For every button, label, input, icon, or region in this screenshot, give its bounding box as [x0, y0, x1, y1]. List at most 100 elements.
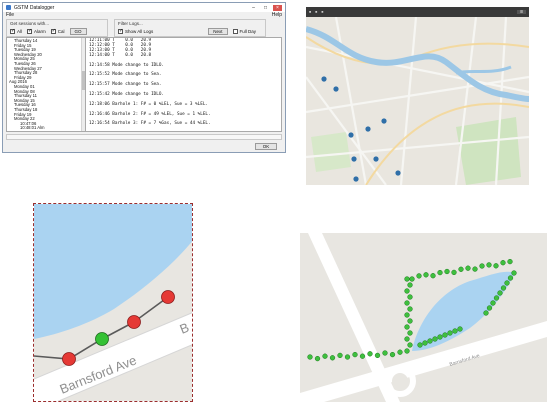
- track-point-green[interactable]: [452, 328, 458, 334]
- track-point-green[interactable]: [500, 285, 507, 291]
- option-alarm[interactable]: Alarm: [27, 28, 46, 34]
- toolbar-icon-2[interactable]: ■: [315, 10, 317, 14]
- track-point-green[interactable]: [437, 269, 443, 276]
- option-all[interactable]: All: [10, 28, 22, 34]
- checkbox-all[interactable]: [10, 28, 15, 34]
- track-point-green[interactable]: [417, 342, 423, 348]
- full-day[interactable]: Full Day: [232, 29, 256, 34]
- tree-scrollbar[interactable]: [81, 38, 85, 131]
- track-point-green[interactable]: [407, 282, 413, 288]
- track-point-green[interactable]: [493, 263, 499, 269]
- track-point-green[interactable]: [486, 262, 492, 268]
- menu-file[interactable]: File: [6, 12, 14, 19]
- track-point-green[interactable]: [407, 318, 413, 324]
- track-point-green[interactable]: [427, 338, 433, 344]
- map-marker[interactable]: [351, 156, 357, 162]
- track-point-green[interactable]: [437, 334, 443, 340]
- track-point-green[interactable]: [404, 300, 410, 306]
- track-point-green[interactable]: [404, 288, 410, 294]
- track-point-green[interactable]: [367, 351, 373, 357]
- track-point-green[interactable]: [490, 300, 496, 306]
- route-map[interactable]: Barnsford Ave: [300, 233, 547, 402]
- checkbox-full-day[interactable]: [232, 29, 238, 34]
- track-point-green[interactable]: [404, 336, 410, 342]
- minimize-icon[interactable]: –: [249, 5, 258, 11]
- track-point-green[interactable]: [329, 355, 336, 361]
- tree-session-node[interactable]: 10:48:01 Alm: [9, 126, 83, 131]
- map-marker[interactable]: [373, 156, 379, 162]
- track-point-green[interactable]: [322, 353, 328, 359]
- track-point-green[interactable]: [337, 352, 343, 359]
- show-all-logs[interactable]: Show All Logs: [118, 28, 153, 34]
- track-point-green[interactable]: [389, 351, 396, 358]
- track-point-green[interactable]: [511, 270, 517, 276]
- checkbox-show-all-logs[interactable]: [118, 28, 123, 34]
- session-tree[interactable]: Thursday 14 Friday 15 Tuesday 19 Wednesday …: [6, 37, 86, 132]
- menu-help[interactable]: Help: [272, 12, 282, 19]
- scrollbar-thumb[interactable]: [82, 71, 85, 91]
- track-point-green[interactable]: [497, 290, 503, 296]
- map-marker[interactable]: [348, 132, 354, 138]
- track-point-green[interactable]: [486, 305, 493, 311]
- detail-map[interactable]: Barnsford Ave B: [33, 203, 193, 402]
- track-point-green[interactable]: [442, 332, 448, 338]
- track-point-green[interactable]: [382, 350, 388, 356]
- option-cal[interactable]: Cal: [50, 28, 65, 34]
- track-point-green[interactable]: [359, 353, 366, 359]
- map-marker[interactable]: [395, 170, 401, 176]
- track-point-green[interactable]: [404, 324, 410, 330]
- toolbar-icon-3[interactable]: ■: [321, 10, 323, 14]
- track-point-green[interactable]: [407, 306, 413, 312]
- track-point-green[interactable]: [404, 312, 410, 318]
- track-point-green[interactable]: [465, 265, 471, 271]
- close-icon[interactable]: ×: [273, 4, 282, 11]
- map-marker[interactable]: [365, 126, 371, 132]
- track-point-green[interactable]: [307, 354, 313, 360]
- track-point-green[interactable]: [500, 260, 506, 266]
- track-point-green[interactable]: [447, 330, 453, 336]
- track-point-green[interactable]: [374, 352, 381, 359]
- checkbox-alarm[interactable]: [27, 28, 32, 34]
- track-point-green[interactable]: [444, 268, 450, 275]
- go-button[interactable]: GO: [69, 28, 87, 35]
- track-point-green[interactable]: [430, 273, 436, 279]
- ok-button[interactable]: OK: [255, 143, 277, 150]
- track-point-green[interactable]: [472, 266, 478, 272]
- toolbar-icon-1[interactable]: ■: [309, 10, 311, 14]
- track-point-green[interactable]: [432, 336, 438, 342]
- track-point-green[interactable]: [404, 348, 410, 354]
- track-point-green[interactable]: [479, 263, 485, 269]
- track-point-red[interactable]: [161, 290, 175, 304]
- map-marker[interactable]: [353, 176, 359, 182]
- track-point-green[interactable]: [451, 269, 457, 276]
- map-marker[interactable]: [381, 118, 387, 124]
- track-point-green[interactable]: [457, 326, 463, 332]
- track-point-green[interactable]: [409, 276, 415, 282]
- overview-map[interactable]: ■ ■ ■ ☰: [306, 7, 529, 185]
- track-point-green[interactable]: [95, 332, 109, 346]
- track-point-green[interactable]: [423, 272, 429, 278]
- track-point-green[interactable]: [507, 275, 514, 281]
- track-point-green[interactable]: [314, 355, 321, 362]
- track-point-green[interactable]: [397, 349, 403, 355]
- track-point-green[interactable]: [458, 266, 464, 272]
- track-point-green[interactable]: [407, 294, 413, 300]
- track-point-green[interactable]: [404, 276, 410, 282]
- track-point-green[interactable]: [507, 258, 513, 265]
- track-point-red[interactable]: [127, 315, 141, 329]
- toolbar-button[interactable]: ☰: [516, 10, 526, 14]
- track-point-green[interactable]: [352, 351, 358, 358]
- track-point-green[interactable]: [483, 310, 489, 316]
- track-point-green[interactable]: [344, 354, 351, 360]
- track-point-green[interactable]: [493, 295, 500, 301]
- track-point-red[interactable]: [62, 352, 76, 366]
- track-point-green[interactable]: [504, 280, 510, 286]
- track-point-green[interactable]: [407, 330, 413, 336]
- track-point-green[interactable]: [407, 342, 413, 348]
- next-button[interactable]: Next: [208, 28, 228, 35]
- maximize-icon[interactable]: □: [261, 5, 270, 11]
- checkbox-cal[interactable]: [50, 28, 56, 34]
- track-point-green[interactable]: [416, 273, 422, 279]
- track-point-green[interactable]: [422, 340, 428, 346]
- log-view[interactable]: 12:11:00 T 0.0 20.9 12:12:00 T 0.0 20.9 12…: [86, 37, 282, 132]
